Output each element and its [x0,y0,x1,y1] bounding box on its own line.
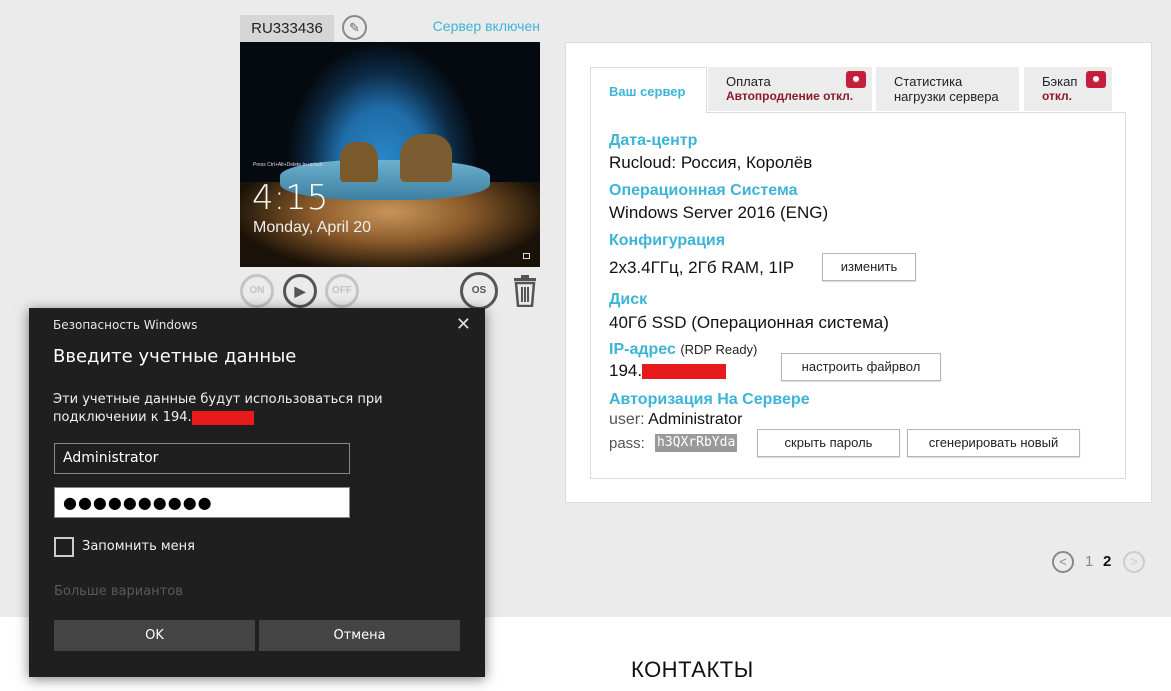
tab-payment[interactable]: Оплата Автопродление откл. [708,67,872,111]
more-options-link[interactable]: Больше вариантов [54,584,183,599]
tab-your-server[interactable]: Ваш сервер [590,67,707,113]
ip-note: (RDP Ready) [680,342,758,357]
tab-sublabel: Автопродление откл. [726,89,854,103]
trash-icon[interactable] [511,275,539,308]
configure-firewall-button[interactable]: настроить файрвол [781,353,941,381]
generate-password-button[interactable]: сгенерировать новый [907,429,1080,457]
power-off-button[interactable]: OFF [325,274,359,308]
pass-label: pass: [609,435,645,452]
ip-value: 194. [609,361,727,381]
user-row: user: Administrator [609,411,742,429]
rock-right [400,134,452,182]
reinstall-os-button[interactable]: OS [460,272,498,310]
server-status: Сервер включен [432,18,540,34]
windows-security-dialog: Безопасность Windows ✕ Введите учетные д… [29,308,485,677]
lockscreen-date: Monday, April 20 [253,219,371,236]
username-field[interactable]: Administrator [54,443,350,474]
ok-button[interactable]: OK [54,620,255,651]
tab-sublabel: откл. [1042,89,1073,103]
disk-label: Диск [609,291,648,308]
datacenter-label: Дата-центр [609,132,698,149]
tab-sublabel: нагрузки сервера [894,89,999,104]
ip-label: IP-адрес (RDP Ready) [609,341,757,359]
ip-redaction [642,364,727,380]
config-value: 2x3.4ГГц, 2Гб RAM, 1IP [609,258,795,277]
cancel-button[interactable]: Отмена [259,620,460,651]
config-label: Конфигурация [609,232,726,249]
edit-pencil-icon[interactable]: ✎ [342,15,367,40]
ip-redaction [191,410,254,425]
dialog-description: Эти учетные данные будут использоваться … [53,391,463,427]
tab-backup[interactable]: Бэкап откл. [1024,67,1112,111]
power-on-button[interactable]: ON [240,274,274,308]
pager-page-1[interactable]: 1 [1085,553,1093,570]
hide-password-button[interactable]: скрыть пароль [757,429,900,457]
password-field[interactable]: ●●●●●●●●●● [54,487,350,518]
password-value[interactable]: h3QXrRbYda [655,434,738,452]
tab-label: Статистика [894,74,963,89]
ip-value-text: 194. [609,361,643,380]
disk-value: 40Гб SSD (Операционная система) [609,313,889,332]
server-id-label: RU333436 [240,15,334,42]
network-icon [523,253,530,259]
server-screen-preview[interactable]: Press Ctrl+Alt+Delete to unlock. 4:15 Mo… [240,42,540,267]
server-details-panel: Ваш сервер Оплата Автопродление откл. Ст… [565,42,1152,503]
close-icon[interactable]: ✕ [456,314,471,335]
remember-me-label[interactable]: Запомнить меня [82,539,195,554]
change-config-button[interactable]: изменить [822,253,916,281]
dialog-title: Безопасность Windows [53,318,198,332]
dialog-heading: Введите учетные данные [53,346,297,367]
pager-page-2[interactable]: 2 [1103,553,1111,570]
notification-bubble-icon [1086,71,1106,88]
ip-label-text: IP-адрес [609,341,676,358]
os-label: Операционная Система [609,182,798,199]
rock-left [340,142,378,182]
user-value: Administrator [648,411,743,428]
auth-label: Авторизация На Сервере [609,391,810,408]
tab-label: Ваш сервер [609,84,686,99]
contacts-heading[interactable]: КОНТАКТЫ [631,657,754,683]
lockscreen-clock: 4:15 [252,178,329,218]
notification-bubble-icon [846,71,866,88]
os-value: Windows Server 2016 (ENG) [609,203,829,222]
remember-me-checkbox[interactable] [54,537,74,557]
pager-prev-icon[interactable]: < [1052,551,1074,573]
reboot-button[interactable]: ▶ [283,274,317,308]
pager-next-icon[interactable]: > [1123,551,1145,573]
datacenter-value: Rucloud: Россия, Королёв [609,153,813,172]
unlock-hint: Press Ctrl+Alt+Delete to unlock. [253,162,324,168]
user-label: user: [609,411,645,428]
tab-statistics[interactable]: Статистика нагрузки сервера [876,67,1019,111]
